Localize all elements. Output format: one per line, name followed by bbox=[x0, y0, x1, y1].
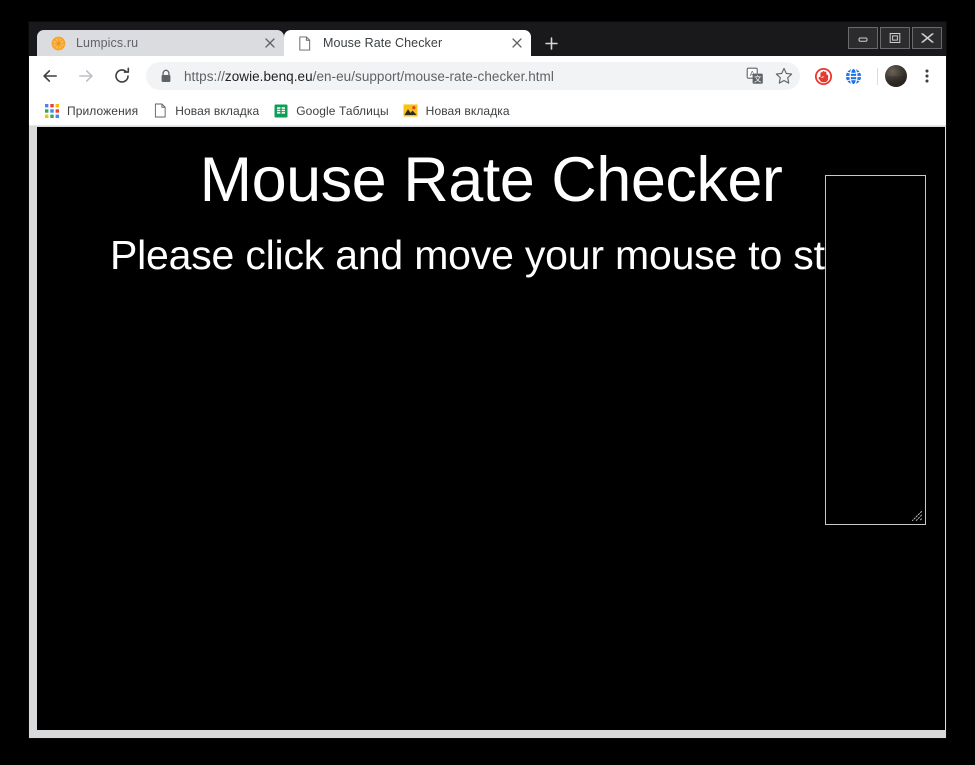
url-scheme: https:// bbox=[184, 69, 225, 84]
bookmark-label: Приложения bbox=[67, 104, 138, 118]
globe-extension-icon[interactable] bbox=[839, 62, 867, 90]
svg-text:文: 文 bbox=[754, 74, 762, 84]
bookmark-apps[interactable]: Приложения bbox=[40, 99, 146, 123]
translate-icon[interactable]: A 文 bbox=[742, 63, 768, 89]
extension-icons bbox=[808, 62, 868, 90]
google-sheets-icon bbox=[273, 103, 289, 119]
bookmark-label: Google Таблицы bbox=[296, 104, 388, 118]
close-icon bbox=[919, 32, 935, 44]
tab-title: Lumpics.ru bbox=[76, 36, 259, 50]
page-viewport-frame: Mouse Rate Checker Please click and move… bbox=[29, 126, 946, 738]
desktop-backdrop: Lumpics.ru Mouse Rate bbox=[0, 0, 975, 765]
url-text: https://zowie.benq.eu/en-eu/support/mous… bbox=[184, 69, 554, 84]
document-icon bbox=[152, 103, 168, 119]
tab-close-button[interactable] bbox=[506, 32, 528, 54]
minimize-button[interactable] bbox=[848, 27, 878, 49]
avatar[interactable] bbox=[885, 65, 907, 87]
address-bar[interactable]: https://zowie.benq.eu/en-eu/support/mous… bbox=[146, 62, 800, 90]
url-host: zowie.benq.eu bbox=[225, 69, 313, 84]
image-thumbnail-icon bbox=[403, 103, 419, 119]
toolbar-divider bbox=[877, 68, 878, 85]
bookmark-new-tab-1[interactable]: Новая вкладка bbox=[148, 99, 267, 123]
url-path: /en-eu/support/mouse-rate-checker.html bbox=[313, 69, 554, 84]
arrow-right-icon bbox=[76, 66, 96, 86]
browser-window: Lumpics.ru Mouse Rate bbox=[29, 22, 946, 738]
browser-toolbar: https://zowie.benq.eu/en-eu/support/mous… bbox=[29, 56, 946, 96]
bookmark-new-tab-2[interactable]: Новая вкладка bbox=[399, 99, 518, 123]
title-bar: Lumpics.ru Mouse Rate bbox=[29, 22, 946, 56]
bookmarks-bar: Приложения Новая вкладка bbox=[29, 96, 946, 126]
three-dot-menu-icon[interactable] bbox=[913, 62, 941, 90]
close-button[interactable] bbox=[912, 27, 942, 49]
apps-grid-icon bbox=[44, 103, 60, 119]
reload-icon bbox=[112, 66, 132, 86]
omnibox-actions: A 文 bbox=[742, 62, 800, 90]
arrow-left-icon bbox=[40, 66, 60, 86]
new-tab-button[interactable] bbox=[537, 30, 565, 56]
restore-button[interactable] bbox=[880, 27, 910, 49]
tab-mouse-rate-checker[interactable]: Mouse Rate Checker bbox=[284, 30, 531, 56]
adblock-extension-icon[interactable] bbox=[809, 62, 837, 90]
page-title: Mouse Rate Checker bbox=[37, 149, 945, 212]
star-icon[interactable] bbox=[771, 63, 797, 89]
orange-slice-icon bbox=[50, 35, 66, 51]
tab-lumpics[interactable]: Lumpics.ru bbox=[37, 30, 284, 56]
document-icon bbox=[297, 35, 313, 51]
page-subtitle: Please click and move your mouse to star… bbox=[37, 235, 945, 276]
window-controls bbox=[848, 27, 942, 49]
restore-icon bbox=[888, 32, 902, 44]
minimize-icon bbox=[856, 33, 870, 43]
back-button[interactable] bbox=[35, 61, 65, 91]
bookmark-label: Новая вкладка bbox=[426, 104, 510, 118]
forward-button[interactable] bbox=[71, 61, 101, 91]
bookmark-google-sheets[interactable]: Google Таблицы bbox=[269, 99, 396, 123]
bookmark-label: Новая вкладка bbox=[175, 104, 259, 118]
tab-close-button[interactable] bbox=[259, 32, 281, 54]
mouse-rate-output-textarea[interactable] bbox=[825, 175, 926, 525]
tab-title: Mouse Rate Checker bbox=[323, 36, 506, 50]
reload-button[interactable] bbox=[107, 61, 137, 91]
tab-strip: Lumpics.ru Mouse Rate bbox=[37, 30, 857, 56]
page-content: Mouse Rate Checker Please click and move… bbox=[37, 127, 945, 730]
lock-icon[interactable] bbox=[152, 62, 180, 90]
plus-icon bbox=[544, 36, 559, 51]
